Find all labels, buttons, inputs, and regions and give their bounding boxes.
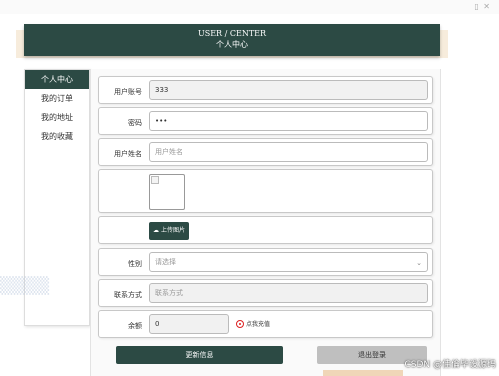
balance-input[interactable]: 0 [149, 314, 229, 334]
recharge-radio[interactable] [236, 320, 244, 328]
name-input[interactable]: 用户姓名 [149, 142, 428, 162]
window-controls-icon: ▯ ✕ [474, 2, 491, 11]
account-label: 用户账号 [114, 88, 142, 96]
sidebar-item-personal-center[interactable]: 个人中心 [25, 70, 89, 89]
password-label: 密码 [128, 119, 142, 127]
background-watermark: ▒▒▒▒ [0, 276, 50, 295]
password-input[interactable]: ••• [149, 111, 428, 131]
upload-image-button[interactable]: ☁ 上传图片 [149, 222, 189, 240]
header-title-cn: 个人中心 [216, 40, 248, 49]
form-row-name: 用户姓名 用户姓名 [98, 138, 433, 166]
sidebar-item-my-favorites[interactable]: 我的收藏 [25, 127, 89, 146]
form-row-account: 用户账号 333 [98, 76, 433, 104]
form-row-upload: ☁ 上传图片 [98, 216, 433, 244]
window-top-strip: ▯ ✕ [0, 0, 499, 14]
sidebar-item-my-orders[interactable]: 我的订单 [25, 89, 89, 108]
upload-button-label: 上传图片 [160, 227, 185, 234]
form-row-avatar [98, 169, 433, 213]
gender-select-value: 请选择 [155, 258, 176, 266]
name-label: 用户姓名 [114, 150, 142, 158]
header-title-en: USER / CENTER [197, 29, 267, 38]
bottom-decor [323, 370, 403, 376]
radio-dot-icon [239, 323, 241, 325]
gender-select[interactable]: 请选择 ⌄ [149, 252, 428, 272]
chevron-down-icon: ⌄ [416, 259, 422, 267]
page-header: USER / CENTER 个人中心 [24, 24, 440, 56]
contact-input[interactable]: 联系方式 [149, 283, 428, 303]
form-row-balance: 余额 0 点我充值 [98, 310, 433, 338]
form-row-password: 密码 ••• [98, 107, 433, 135]
account-input[interactable]: 333 [149, 80, 428, 100]
update-info-button[interactable]: 更新信息 [116, 346, 283, 364]
contact-label: 联系方式 [114, 291, 142, 299]
form-row-contact: 联系方式 联系方式 [98, 279, 433, 307]
avatar [149, 174, 185, 210]
balance-label: 余额 [128, 322, 142, 330]
sidebar-item-my-address[interactable]: 我的地址 [25, 108, 89, 127]
cloud-upload-icon: ☁ [153, 227, 160, 234]
watermark-text: CSDN @佳倫毕设源码 [404, 360, 496, 370]
recharge-link[interactable]: 点我充值 [246, 319, 270, 328]
gender-label: 性别 [128, 260, 142, 268]
broken-image-icon [151, 176, 159, 184]
form-row-gender: 性别 请选择 ⌄ [98, 248, 433, 276]
